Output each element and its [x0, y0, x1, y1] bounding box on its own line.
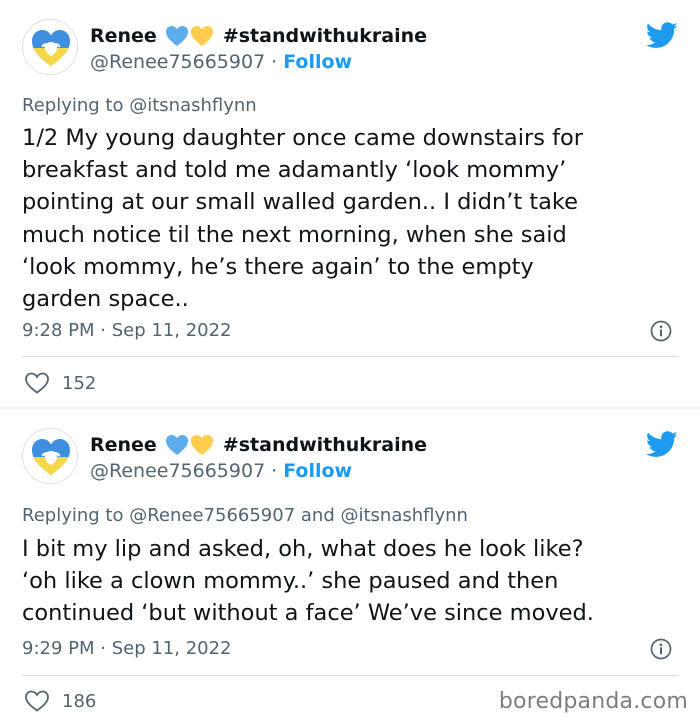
- handle[interactable]: @Renee75665907: [90, 460, 265, 482]
- like-count: 152: [62, 372, 97, 394]
- replying-to: Replying to @Renee75665907 and @itsnashf…: [22, 505, 468, 526]
- dot-separator: ·: [271, 460, 278, 482]
- watermark: boredpanda.com: [498, 689, 688, 714]
- heart-icon: [25, 690, 49, 712]
- like-button[interactable]: 152: [24, 371, 96, 395]
- dot-separator: ·: [271, 51, 278, 73]
- timestamp[interactable]: 9:29 PM · Sep 11, 2022: [22, 638, 232, 659]
- yellow-heart-icon: [190, 25, 214, 47]
- hashtag[interactable]: #standwithukraine: [223, 434, 427, 456]
- info-icon[interactable]: [650, 320, 672, 342]
- replying-prefix: Replying to: [22, 505, 124, 526]
- timestamp[interactable]: 9:28 PM · Sep 11, 2022: [22, 320, 232, 341]
- hashtag[interactable]: #standwithukraine: [223, 25, 427, 47]
- divider: [22, 675, 678, 676]
- tweet-text: 1/2 My young daughter once came downstai…: [22, 125, 584, 313]
- replying-to-handles[interactable]: @Renee75665907 and @itsnashflynn: [129, 505, 468, 526]
- display-name[interactable]: Renee: [90, 434, 157, 456]
- replying-to-handle[interactable]: @itsnashflynn: [129, 95, 256, 116]
- divider: [22, 356, 678, 357]
- info-icon[interactable]: [650, 638, 672, 660]
- like-button[interactable]: 186: [24, 689, 96, 713]
- replying-prefix: Replying to: [22, 95, 124, 116]
- ukraine-heart-avatar-icon: [23, 20, 77, 74]
- tweet-text: I bit my lip and asked, oh, what does he…: [22, 536, 594, 627]
- blue-heart-icon: [165, 434, 189, 456]
- tweet-1: Renee #standwithukraine @Renee75665907 ·…: [0, 0, 700, 409]
- avatar[interactable]: [22, 428, 78, 484]
- tweet-2: Renee #standwithukraine @Renee75665907 ·…: [0, 409, 700, 728]
- replying-to: Replying to @itsnashflynn: [22, 95, 257, 116]
- display-name-line: Renee #standwithukraine: [90, 23, 427, 49]
- display-name[interactable]: Renee: [90, 25, 157, 47]
- heart-icon: [25, 372, 49, 394]
- display-name-line: Renee #standwithukraine: [90, 432, 427, 458]
- ukraine-heart-avatar-icon: [23, 429, 77, 483]
- twitter-bird-icon[interactable]: [646, 22, 678, 49]
- blue-heart-icon: [165, 25, 189, 47]
- avatar[interactable]: [22, 19, 78, 75]
- like-count: 186: [62, 690, 97, 712]
- yellow-heart-icon: [190, 434, 214, 456]
- follow-button[interactable]: Follow: [283, 460, 352, 482]
- follow-button[interactable]: Follow: [283, 51, 352, 73]
- handle[interactable]: @Renee75665907: [90, 51, 265, 73]
- handle-line: @Renee75665907 · Follow: [90, 459, 352, 483]
- twitter-bird-icon[interactable]: [646, 431, 678, 458]
- handle-line: @Renee75665907 · Follow: [90, 50, 352, 74]
